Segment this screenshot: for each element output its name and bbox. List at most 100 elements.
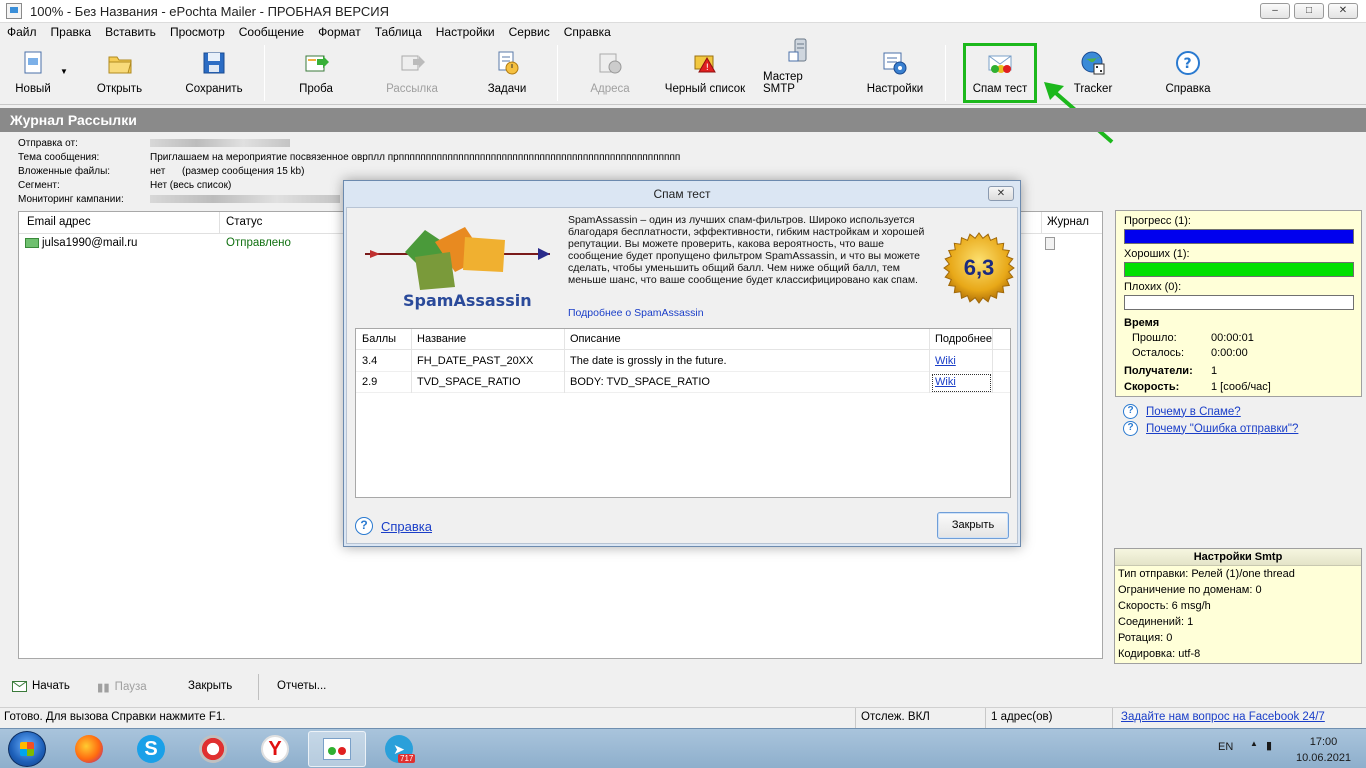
- network-icon[interactable]: ▮: [1266, 739, 1272, 752]
- help-question-icon: ?: [1175, 50, 1201, 76]
- redacted-value: [150, 139, 290, 148]
- focus-rectangle: [932, 374, 991, 392]
- bad-label: Плохих (0):: [1124, 281, 1182, 293]
- close-mailing-button[interactable]: Закрыть: [188, 680, 232, 692]
- status-divider: [1112, 708, 1113, 728]
- subject-value: Приглашаем на мероприятие посвязенное ов…: [150, 152, 680, 163]
- dialog-close-x-button[interactable]: ✕: [988, 186, 1014, 201]
- close-window-button[interactable]: ✕: [1328, 3, 1358, 19]
- rule-description: The date is grossly in the future.: [570, 355, 727, 367]
- column-status[interactable]: Статус: [226, 216, 262, 228]
- column-details[interactable]: Подробнее: [935, 333, 992, 345]
- elapsed-label: Прошло:: [1132, 332, 1177, 344]
- save-button[interactable]: Сохранить: [182, 43, 246, 101]
- mailer-icon: [323, 738, 351, 760]
- folder-icon: [107, 50, 133, 76]
- log-document-icon[interactable]: [1045, 237, 1055, 250]
- column-email[interactable]: Email адрес: [27, 216, 91, 228]
- windows-start-button[interactable]: [8, 731, 46, 767]
- dialog-help-link[interactable]: ? Справка: [355, 517, 432, 535]
- rule-wiki-link[interactable]: Wiki: [935, 355, 956, 367]
- epochta-taskbar-app[interactable]: [308, 731, 366, 767]
- open-button[interactable]: Открыть: [92, 43, 147, 101]
- language-indicator[interactable]: EN: [1218, 741, 1233, 753]
- dialog-close-button[interactable]: Закрыть: [937, 512, 1009, 539]
- taskbar: S Y ➤ 717 EN ▲ ▮ 17:00 10.06.2021: [0, 728, 1366, 768]
- menu-service[interactable]: Сервис: [502, 25, 557, 39]
- bottom-controls: Начать ▮▮ Пауза Закрыть Отчеты...: [0, 674, 1366, 702]
- new-button[interactable]: Новый: [8, 43, 58, 101]
- app-icon: [6, 3, 22, 19]
- shield-icon: [199, 735, 227, 763]
- telegram-taskbar-app[interactable]: ➤ 717: [370, 731, 428, 767]
- warning-icon: !: [692, 50, 718, 76]
- why-error-link[interactable]: ? Почему "Ошибка отправки"?: [1123, 420, 1298, 437]
- attachments-value: нет (размер сообщения 15 kb): [150, 166, 305, 177]
- menu-table[interactable]: Таблица: [368, 25, 429, 39]
- progress-bar: [1124, 229, 1354, 244]
- envelope-icon: [25, 238, 39, 248]
- status-divider: [985, 708, 986, 728]
- column-divider: [564, 329, 565, 393]
- column-name[interactable]: Название: [417, 333, 466, 345]
- system-tray: EN ▲ ▮ 17:00 10.06.2021: [1206, 729, 1366, 768]
- svg-text:!: !: [706, 63, 710, 73]
- globe-icon: [1080, 50, 1106, 76]
- status-divider: [855, 708, 856, 728]
- menu-insert[interactable]: Вставить: [98, 25, 163, 39]
- spamassassin-description: SpamAssassin – один из лучших спам-фильт…: [568, 214, 925, 286]
- skype-icon: S: [137, 735, 165, 763]
- column-divider: [929, 329, 930, 393]
- column-description[interactable]: Описание: [570, 333, 621, 345]
- maximize-button[interactable]: □: [1294, 3, 1324, 19]
- smtp-wizard-button[interactable]: Мастер SMTP: [763, 38, 837, 101]
- settings-button[interactable]: Настройки: [864, 43, 926, 101]
- spam-rules-table[interactable]: Баллы Название Описание Подробнее 3.4 FH…: [355, 328, 1011, 498]
- menu-view[interactable]: Просмотр: [163, 25, 232, 39]
- clock[interactable]: 17:00 10.06.2021: [1296, 734, 1351, 766]
- segment-label: Сегмент:: [18, 180, 60, 191]
- skype-taskbar-app[interactable]: S: [122, 731, 180, 767]
- clock-time: 17:00: [1309, 736, 1338, 748]
- menu-help[interactable]: Справка: [557, 25, 618, 39]
- tray-expand-icon[interactable]: ▲: [1250, 739, 1258, 748]
- progress-label: Прогресс (1):: [1124, 215, 1191, 227]
- menu-bar: Файл Правка Вставить Просмотр Сообщение …: [0, 23, 1366, 41]
- mailing-button[interactable]: Рассылка: [383, 43, 441, 101]
- bottom-separator: [258, 674, 259, 700]
- table-row[interactable]: 2.9 TVD_SPACE_RATIO BODY: TVD_SPACE_RATI…: [356, 372, 1010, 393]
- more-about-spamassassin-link[interactable]: Подробнее о SpamAssassin: [568, 307, 704, 319]
- menu-edit[interactable]: Правка: [44, 25, 99, 39]
- recipients-value: 1: [1211, 365, 1218, 377]
- toolbar-separator: [945, 45, 946, 101]
- addresses-button[interactable]: Адреса: [585, 43, 635, 101]
- menu-format[interactable]: Формат: [311, 25, 368, 39]
- chevron-down-icon[interactable]: ▼: [60, 67, 68, 76]
- test-button[interactable]: Проба: [293, 43, 339, 101]
- column-divider: [992, 329, 993, 393]
- menu-message[interactable]: Сообщение: [232, 25, 311, 39]
- elapsed-value: 00:00:01: [1211, 332, 1254, 344]
- help-button[interactable]: ? Справка: [1162, 43, 1214, 101]
- firefox-taskbar-app[interactable]: [60, 731, 118, 767]
- minimize-button[interactable]: –: [1260, 3, 1290, 19]
- recipients-label: Получатели:: [1124, 365, 1193, 377]
- column-points[interactable]: Баллы: [362, 333, 396, 345]
- facebook-link[interactable]: Задайте нам вопрос на Facebook 24/7: [1121, 711, 1325, 723]
- smtp-settings-panel: Настройки Smtp Тип отправки: Релей (1)/o…: [1114, 548, 1362, 664]
- menu-file[interactable]: Файл: [0, 25, 44, 39]
- tasks-button[interactable]: Задачи: [484, 43, 530, 101]
- blacklist-button[interactable]: ! Черный список: [662, 43, 748, 101]
- smtp-title: Настройки Smtp: [1115, 549, 1361, 566]
- menu-settings[interactable]: Настройки: [429, 25, 502, 39]
- dialog-body: SpamAssassin SpamAssassin – один из лучш…: [346, 207, 1018, 544]
- yandex-browser-taskbar-app[interactable]: Y: [246, 731, 304, 767]
- column-log[interactable]: Журнал: [1047, 216, 1089, 228]
- reports-button[interactable]: Отчеты...: [277, 680, 326, 692]
- table-row[interactable]: 3.4 FH_DATE_PAST_20XX The date is grossl…: [356, 351, 1010, 372]
- envelope-icon: [12, 680, 27, 692]
- antivirus-taskbar-app[interactable]: [184, 731, 242, 767]
- why-spam-link[interactable]: ? Почему в Спаме?: [1123, 403, 1298, 420]
- start-button[interactable]: Начать: [12, 680, 70, 692]
- pause-button[interactable]: ▮▮ Пауза: [97, 680, 147, 694]
